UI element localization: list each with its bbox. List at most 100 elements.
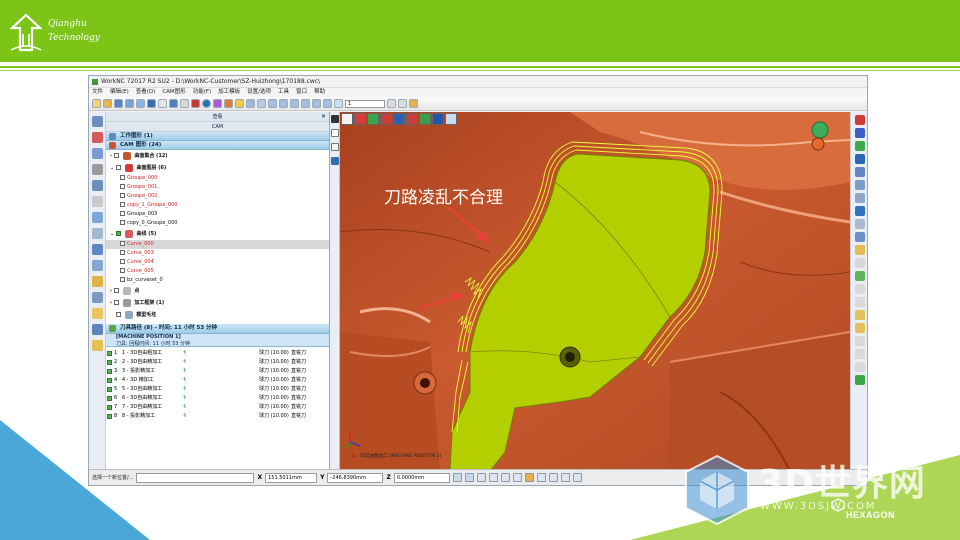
toolpath-row[interactable]: 1 1 - 3D自由粗加工 ϟ 球刀 (10.00) 直铣刀 [106, 349, 329, 358]
toolpath-checkbox[interactable] [107, 360, 112, 365]
zoom-window-icon[interactable] [257, 99, 266, 108]
left-tool-14-icon[interactable] [92, 324, 103, 335]
right-tool-17-icon[interactable] [855, 323, 865, 333]
toolpath-row[interactable]: 2 2 - 3D自由精加工 ϟ 球刀 (10.00) 直铣刀 [106, 358, 329, 367]
tree-item[interactable]: Groupe_000 [106, 174, 329, 183]
toolpath-checkbox[interactable] [107, 405, 112, 410]
menu-file[interactable]: 文件 [92, 88, 103, 97]
tree-item-selected[interactable]: Curve_000 [106, 240, 329, 249]
left-tool-5-icon[interactable] [92, 180, 103, 191]
tree-item[interactable]: bz_curveset_0 [106, 276, 329, 285]
item-checkbox[interactable] [120, 211, 125, 216]
viewport-menu-icon[interactable] [341, 113, 353, 125]
panel-close-icon[interactable]: ✕ [321, 112, 326, 122]
step-forward-icon[interactable] [398, 99, 407, 108]
cube-wire-icon[interactable] [331, 143, 339, 151]
item-checkbox[interactable] [120, 184, 125, 189]
view-number-combo[interactable]: 1 [345, 99, 385, 108]
magnet-icon[interactable] [855, 375, 865, 385]
left-tool-6-icon[interactable] [92, 196, 103, 207]
group-checkbox[interactable] [113, 153, 119, 158]
cube-shaded-icon[interactable] [331, 157, 339, 165]
tree-icon[interactable] [235, 99, 244, 108]
zoom-fit-icon[interactable] [246, 99, 255, 108]
zoom-out-icon[interactable] [279, 99, 288, 108]
view-select-icon[interactable] [334, 99, 343, 108]
print-icon[interactable] [136, 99, 145, 108]
render-icon[interactable] [213, 99, 222, 108]
right-tool-14-icon[interactable] [855, 284, 865, 294]
item-checkbox[interactable] [120, 268, 125, 273]
view-cube-right-icon[interactable] [419, 113, 431, 125]
right-tool-19-icon[interactable] [855, 349, 865, 359]
machine-position-row[interactable]: [MACHINE POSITION 1] 刀具: 回程时间: 11 小时 53 … [106, 334, 329, 347]
menu-help[interactable]: 帮助 [314, 88, 325, 97]
right-tool-12-icon[interactable] [855, 258, 865, 268]
left-tool-1-icon[interactable] [92, 116, 103, 127]
item-checkbox[interactable] [120, 202, 125, 207]
tree-item[interactable]: copy_0_Groupe_000 [106, 219, 329, 228]
panel-cam-header[interactable]: CAM [106, 122, 329, 132]
menu-settings[interactable]: 设置/选项 [247, 88, 271, 97]
menu-cam-graphics[interactable]: CAM图形 [162, 88, 185, 97]
expand-icon[interactable]: › [110, 153, 112, 159]
left-tool-15-icon[interactable] [92, 340, 103, 351]
toolpath-checkbox[interactable] [107, 396, 112, 401]
save-icon[interactable] [114, 99, 123, 108]
tree-group-stock[interactable]: 模型毛坯 [106, 309, 329, 321]
snap-intersect-icon[interactable] [572, 473, 582, 482]
left-tool-10-icon[interactable] [92, 260, 103, 271]
view-cube-front-icon[interactable] [380, 113, 392, 125]
right-tool-1-icon[interactable] [855, 115, 865, 125]
left-tool-13-icon[interactable] [92, 308, 103, 319]
left-tool-8-icon[interactable] [92, 228, 103, 239]
status-command-field[interactable] [136, 472, 255, 483]
right-tool-3-icon[interactable] [855, 141, 865, 151]
toolpath-checkbox[interactable] [107, 351, 112, 356]
tree-group-surface-layers[interactable]: ⌄ 曲面图层 (6) [106, 162, 329, 174]
snap-icon[interactable] [452, 473, 462, 482]
3d-viewport[interactable]: 刀路凌乱不合理 1 - 3D自由粗加工 [MACHINE POSITION 1] [340, 112, 850, 471]
right-tool-10-icon[interactable] [855, 232, 865, 242]
axis-icon[interactable] [331, 129, 339, 137]
menu-window[interactable]: 窗口 [296, 88, 307, 97]
x-coordinate-field[interactable]: 151.5011mm [265, 472, 318, 483]
snap-grid-icon[interactable] [476, 473, 486, 482]
y-coordinate-field[interactable]: -246.8390mm [327, 472, 384, 483]
right-tool-18-icon[interactable] [855, 336, 865, 346]
snap-surface-icon[interactable] [500, 473, 510, 482]
simulate-icon[interactable] [224, 99, 233, 108]
undo-icon[interactable] [147, 99, 156, 108]
item-checkbox[interactable] [120, 277, 125, 282]
section-toolpaths[interactable]: 刀具路径 (8) - 时间: 11 小时 53 分钟 [106, 324, 329, 334]
right-tool-4-icon[interactable] [855, 154, 865, 164]
tree-item[interactable]: Groupe_001 [106, 183, 329, 192]
tree-item[interactable]: Groupe_002 [106, 192, 329, 201]
view-cube-left-icon[interactable] [406, 113, 418, 125]
toolpath-checkbox[interactable] [107, 369, 112, 374]
tree-item[interactable]: Curve_005 [106, 267, 329, 276]
tree-group-frame[interactable]: › 加工框架 (1) [106, 297, 329, 309]
grid-icon[interactable] [158, 99, 167, 108]
group-checkbox[interactable] [113, 300, 119, 305]
toolpath-row[interactable]: 5 5 - 3D自由精加工 ϟ 球刀 (10.00) 直铣刀 [106, 385, 329, 394]
expand-icon[interactable]: › [110, 288, 112, 294]
item-checkbox[interactable] [120, 241, 125, 246]
snap-point-icon[interactable] [464, 473, 474, 482]
left-tool-9-icon[interactable] [92, 244, 103, 255]
toolpath-row[interactable]: 7 7 - 3D自由精加工 ϟ 球刀 (10.00) 直铣刀 [106, 403, 329, 412]
item-checkbox[interactable] [120, 259, 125, 264]
right-tool-16-icon[interactable] [855, 310, 865, 320]
zoom-in-icon[interactable] [268, 99, 277, 108]
section-work-graphics[interactable]: 工作图形 (1) [106, 132, 329, 141]
tree-group-curves[interactable]: ⌄ 曲线 (5) [106, 228, 329, 240]
measure-icon[interactable] [180, 99, 189, 108]
right-tool-15-icon[interactable] [855, 297, 865, 307]
group-checkbox[interactable] [115, 231, 121, 236]
snap-normal-icon[interactable] [548, 473, 558, 482]
step-back-icon[interactable] [387, 99, 396, 108]
toolpath-row[interactable]: 6 6 - 3D自由精加工 ϟ 球刀 (10.00) 直铣刀 [106, 394, 329, 403]
left-tool-12-icon[interactable] [92, 292, 103, 303]
tree-item[interactable]: Groupe_003 [106, 210, 329, 219]
item-checkbox[interactable] [120, 250, 125, 255]
